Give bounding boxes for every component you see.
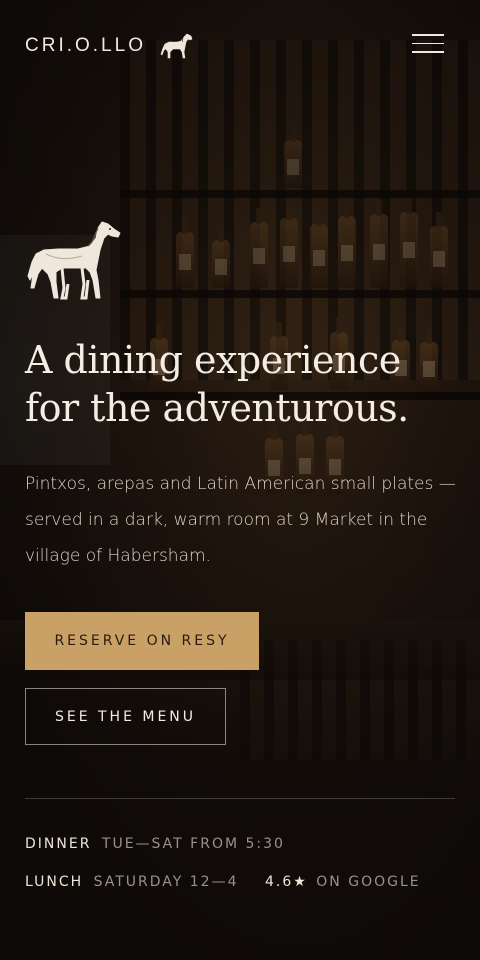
hero-description: Pintxos, arepas and Latin American small… <box>25 474 456 566</box>
brand-name: CRI.O.LLO <box>25 35 146 56</box>
lunch-hours: LUNCH SATURDAY 12—4 <box>25 874 239 890</box>
rating-source: ON GOOGLE <box>316 874 421 890</box>
brand-logo[interactable]: CRI.O.LLO <box>25 32 194 60</box>
see-the-menu-button[interactable]: SEE THE MENU <box>25 688 226 745</box>
divider <box>25 798 455 799</box>
dinner-hours: DINNER TUE—SAT FROM 5:30 <box>25 836 285 852</box>
lunch-value: SATURDAY 12—4 <box>93 874 239 890</box>
horse-icon <box>160 33 193 59</box>
google-rating[interactable]: 4.6★ ON GOOGLE <box>265 874 421 890</box>
dinner-value: TUE—SAT FROM 5:30 <box>101 836 285 852</box>
headline-line-1: A dining experience <box>25 338 401 382</box>
rating-score: 4.6★ <box>265 874 308 890</box>
site-header: CRI.O.LLO <box>0 0 480 90</box>
reserve-on-resy-button[interactable]: RESERVE ON RESY <box>25 612 259 670</box>
horse-illustration-icon <box>27 221 121 300</box>
dinner-label: DINNER <box>25 836 92 852</box>
lunch-label: LUNCH <box>25 874 84 890</box>
hero-headline: A dining experience for the adventurous. <box>25 336 465 432</box>
hamburger-menu-icon[interactable] <box>412 34 444 56</box>
headline-line-2: for the adventurous. <box>25 386 409 430</box>
